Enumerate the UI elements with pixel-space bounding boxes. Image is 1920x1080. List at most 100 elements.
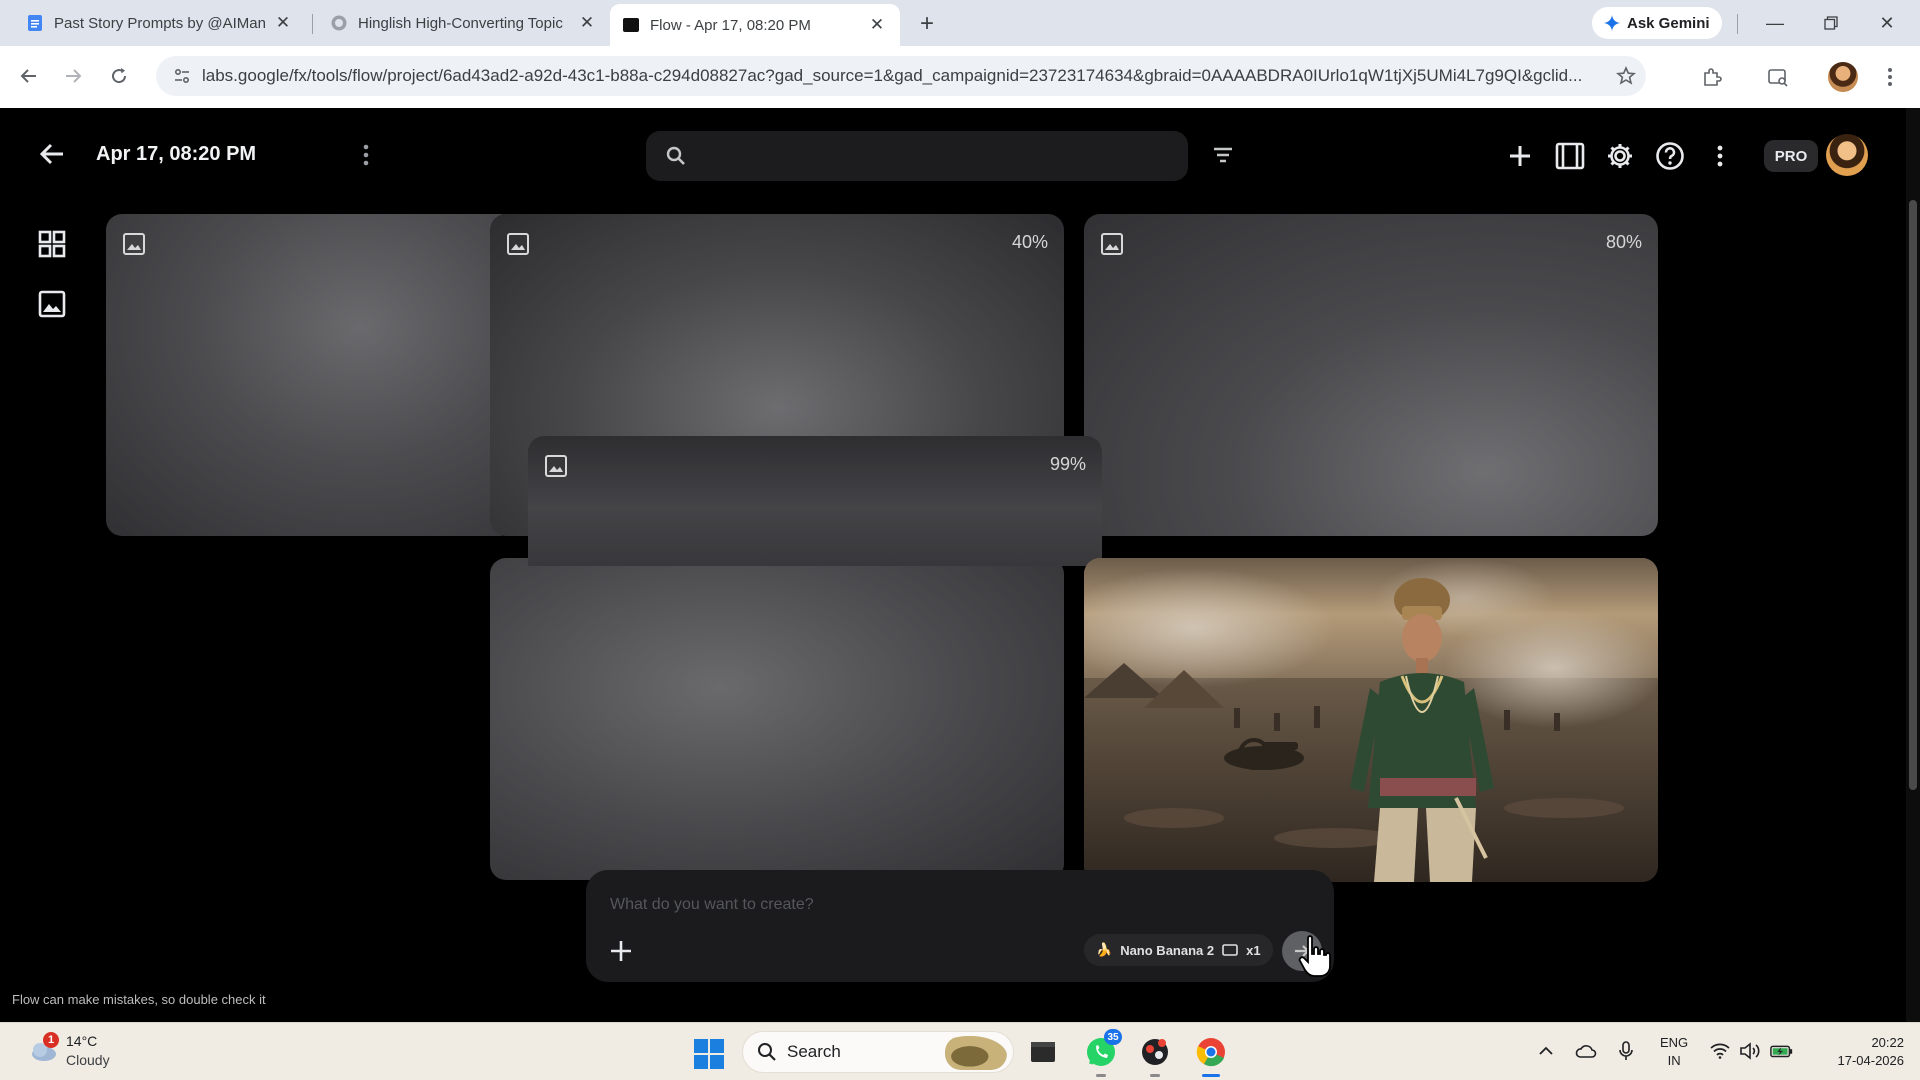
language-code: ENG [1660, 1035, 1689, 1050]
scenebuilder-film-icon[interactable] [1552, 138, 1588, 174]
help-icon[interactable] [1652, 138, 1688, 174]
address-bar[interactable]: labs.google/fx/tools/flow/project/6ad43a… [156, 56, 1646, 96]
onedrive-cloud-icon[interactable] [1574, 1039, 1598, 1063]
running-indicator [1096, 1074, 1106, 1077]
chrome-menu-icon[interactable] [1874, 61, 1906, 93]
browser-toolbar: labs.google/fx/tools/flow/project/6ad43a… [0, 46, 1920, 108]
project-menu-icon[interactable] [354, 140, 378, 170]
add-icon[interactable] [1502, 138, 1538, 174]
media-card-loading[interactable] [490, 558, 1064, 880]
taskbar-app-terminal[interactable] [1024, 1033, 1062, 1071]
windows-start-icon[interactable] [694, 1039, 724, 1069]
ask-gemini-button[interactable]: Ask Gemini [1592, 7, 1722, 39]
taskbar-search[interactable]: Search [742, 1031, 1014, 1073]
system-clock[interactable]: 20:22 17-04-2026 [1812, 1034, 1905, 1070]
tab-search-icon[interactable] [1762, 61, 1794, 93]
clock-time: 20:22 [1871, 1035, 1904, 1050]
browser-tab-flow[interactable]: Flow - Apr 17, 08:20 PM ✕ [610, 4, 900, 46]
media-app-icon [1142, 1039, 1168, 1065]
disclaimer-text: Flow can make mistakes, so double check … [12, 992, 266, 1007]
forward-arrow-icon[interactable] [58, 61, 88, 91]
browser-tab-hinglish-topics[interactable]: Hinglish High-Converting Topic ✕ [318, 6, 610, 40]
progress-percent: 40% [1011, 232, 1048, 252]
image-view-icon[interactable] [36, 288, 68, 320]
flow-app: Apr 17, 08:20 PM PRO 40% 80% 99% What do… [0, 108, 1920, 1022]
tab-title: Past Story Prompts by @AIMan [54, 14, 266, 32]
taskbar-app-whatsapp[interactable]: 35 [1082, 1029, 1122, 1077]
wifi-icon[interactable] [1708, 1039, 1732, 1063]
minimize-icon[interactable]: — [1752, 8, 1798, 38]
back-arrow-icon[interactable] [14, 61, 44, 91]
chevron-up-icon[interactable] [1534, 1039, 1558, 1063]
aspect-ratio-icon [1222, 944, 1238, 956]
tab-title: Flow - Apr 17, 08:20 PM [650, 16, 811, 34]
new-tab-button[interactable]: + [912, 10, 942, 38]
page-scrollbar[interactable] [1906, 108, 1920, 1022]
region-code: IN [1667, 1053, 1681, 1068]
project-title: Apr 17, 08:20 PM [96, 143, 257, 165]
toolbar-separator [1737, 14, 1738, 34]
generated-battle-image [1084, 558, 1658, 882]
site-settings-icon[interactable] [162, 67, 202, 85]
taskbar-app-chrome[interactable] [1192, 1033, 1230, 1077]
ask-gemini-label: Ask Gemini [1627, 14, 1710, 32]
settings-gear-icon[interactable] [1602, 138, 1638, 174]
media-card-loading[interactable] [106, 214, 516, 536]
input-language[interactable]: ENG IN [1660, 1034, 1688, 1070]
active-indicator [1202, 1074, 1220, 1077]
windows-taskbar: 1 14°C Cloudy Search 35 ENG IN 20:22 17-… [0, 1022, 1920, 1080]
taskbar-app-media[interactable] [1136, 1033, 1174, 1077]
weather-temperature[interactable]: 14°C [66, 1033, 97, 1049]
tab-close-icon[interactable]: ✕ [272, 12, 294, 34]
add-media-icon[interactable] [606, 936, 636, 966]
browser-tab-past-story-prompts[interactable]: Past Story Prompts by @AIMan ✕ [14, 6, 306, 40]
pro-badge[interactable]: PRO [1764, 140, 1818, 172]
bookmark-star-icon[interactable] [1606, 66, 1646, 86]
tab-close-icon[interactable]: ✕ [866, 14, 888, 36]
reload-icon[interactable] [104, 61, 134, 91]
tab-close-icon[interactable]: ✕ [576, 12, 598, 34]
tab-separator [312, 14, 313, 34]
globe-icon [331, 15, 347, 31]
extensions-puzzle-icon[interactable] [1696, 61, 1728, 93]
scrollbar-thumb[interactable] [1909, 200, 1917, 790]
flow-icon [623, 18, 639, 32]
search-highlight-image [945, 1036, 1007, 1070]
output-count: x1 [1246, 942, 1261, 958]
taskbar-search-label: Search [787, 1042, 841, 1061]
media-card-generating[interactable]: 80% [1084, 214, 1658, 536]
volume-icon[interactable] [1738, 1039, 1762, 1063]
close-window-icon[interactable]: ✕ [1864, 8, 1910, 38]
chrome-profile-avatar[interactable] [1828, 62, 1858, 92]
gemini-sparkle-icon [1604, 15, 1620, 31]
search-input[interactable] [646, 131, 1188, 181]
microphone-icon[interactable] [1614, 1039, 1638, 1063]
battery-charging-icon[interactable] [1770, 1039, 1794, 1063]
progress-percent: 99% [1049, 454, 1086, 474]
filter-icon[interactable] [1208, 140, 1238, 170]
model-selector[interactable]: 🍌 Nano Banana 2 x1 [1084, 934, 1273, 966]
image-placeholder-icon [1101, 233, 1123, 255]
tab-title: Hinglish High-Converting Topic [358, 14, 563, 32]
image-placeholder-icon [123, 233, 145, 255]
weather-alert-badge: 1 [43, 1032, 59, 1048]
media-card-generating[interactable]: 99% [528, 436, 1102, 566]
hand-pointer-cursor [1298, 935, 1331, 977]
progress-percent: 80% [1605, 232, 1642, 252]
prompt-input[interactable]: What do you want to create? [610, 896, 814, 914]
back-arrow-icon[interactable] [36, 138, 68, 170]
restore-icon[interactable] [1808, 8, 1854, 38]
search-icon [758, 1043, 776, 1061]
browser-tab-strip: Past Story Prompts by @AIMan ✕ Hinglish … [0, 0, 1920, 46]
clock-date: 17-04-2026 [1837, 1053, 1905, 1068]
user-avatar[interactable] [1826, 134, 1868, 176]
prompt-composer: What do you want to create? 🍌 Nano Banan… [586, 870, 1334, 982]
model-name: Nano Banana 2 [1120, 942, 1215, 958]
url-text: labs.google/fx/tools/flow/project/6ad43a… [202, 66, 1583, 85]
weather-description[interactable]: Cloudy [66, 1052, 110, 1068]
whatsapp-unread-badge: 35 [1104, 1029, 1122, 1045]
generated-image-card[interactable] [1084, 558, 1658, 882]
grid-view-icon[interactable] [36, 228, 68, 260]
image-placeholder-icon [507, 233, 529, 255]
more-options-icon[interactable] [1702, 138, 1738, 174]
